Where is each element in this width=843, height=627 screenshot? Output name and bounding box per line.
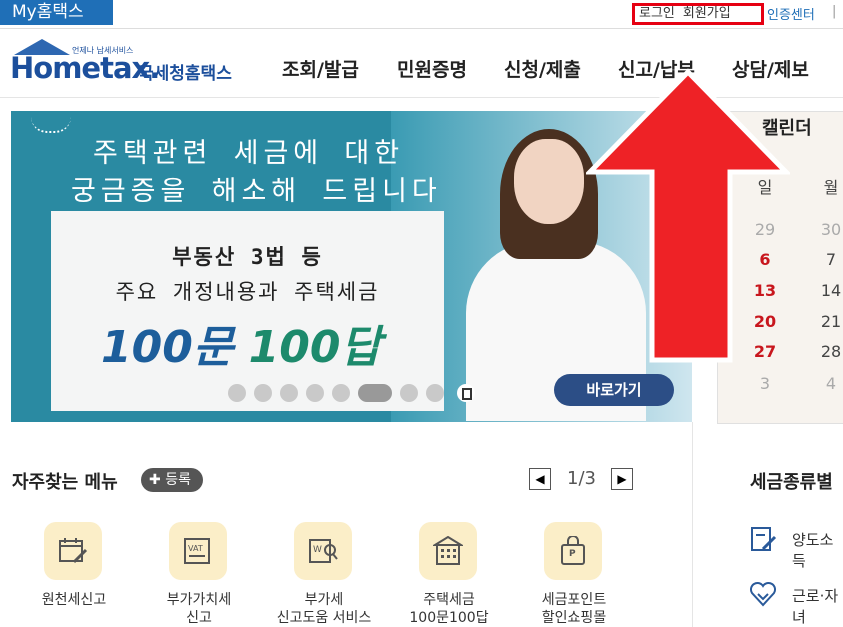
red-arrow-annotation	[586, 68, 790, 363]
menu-item-tax-point[interactable]: 세금포인트할인쇼핑몰	[514, 591, 634, 627]
menu-item-line1: 부가가치세	[166, 592, 232, 608]
calendar-day[interactable]: 14	[816, 281, 843, 300]
calendar-day[interactable]: 4	[816, 374, 843, 393]
plus-icon: ✚	[149, 472, 166, 488]
nav-application[interactable]: 신청/제출	[504, 55, 581, 82]
menu-item-line1: 부가세	[304, 592, 344, 608]
banner-card-big: 100문 100답	[101, 311, 381, 375]
menu-item-line2: 신고	[186, 610, 212, 626]
nav-certificates[interactable]: 민원증명	[397, 55, 467, 82]
logo-wordmark: Hometax.	[10, 51, 160, 85]
shopping-bag-icon[interactable]: P	[544, 522, 602, 580]
calendar-day[interactable]: 30	[816, 220, 843, 239]
chevron-right-icon: ▶	[617, 472, 627, 486]
menu-item-line2: 신고도움 서비스	[276, 610, 372, 626]
banner-card-big-b: 100답	[248, 322, 381, 373]
signup-link[interactable]: 회원가입	[683, 6, 731, 21]
calendar-day[interactable]: 3	[750, 374, 780, 393]
calendar-day[interactable]: 21	[816, 312, 843, 331]
login-signup-highlight: 로그인 회원가입	[632, 3, 764, 25]
menu-item-vat-help[interactable]: 부가세신고도움 서비스	[264, 591, 384, 627]
menu-item-line2: 할인쇼핑몰	[541, 610, 607, 626]
banner-decoration	[31, 117, 71, 133]
nav-inquiry[interactable]: 조회/발급	[282, 55, 359, 82]
banner-card: 부동산 3법 등 주요 개정내용과 주택세금 100문 100답	[51, 211, 444, 411]
banner-dot[interactable]	[228, 384, 246, 402]
banner-dot[interactable]	[254, 384, 272, 402]
login-link[interactable]: 로그인	[639, 6, 675, 21]
go-button[interactable]: 바로가기	[554, 374, 674, 406]
svg-text:P: P	[569, 549, 576, 559]
banner-headline-2: 궁금증을 해소해 드립니다	[71, 176, 442, 207]
top-utility-bar: My홈택스 로그인 회원가입 인증센터 |	[0, 0, 843, 29]
my-hometax-link[interactable]: My홈택스	[0, 0, 113, 25]
svg-text:W: W	[313, 545, 322, 555]
tax-item-transfer[interactable]: 양도소득	[792, 529, 843, 571]
document-search-icon[interactable]: W	[294, 522, 352, 580]
banner-headline-1: 주택관련 세금에 대한	[93, 138, 405, 169]
page-indicator: 1/3	[567, 468, 596, 489]
menu-item-line2: 100문100답	[409, 610, 489, 626]
svg-text:VAT: VAT	[188, 544, 203, 553]
menu-item-line1: 세금포인트	[541, 592, 607, 608]
hometax-logo[interactable]: 언제나 납세서비스 Hometax. 국세청홈택스	[10, 37, 240, 89]
banner-card-line2: 주요 개정내용과 주택세금	[115, 280, 380, 304]
menu-item-line1: 원천세신고	[41, 592, 107, 608]
section-divider	[692, 422, 693, 627]
tax-types-title: 세금종류별	[750, 472, 833, 493]
register-button[interactable]: ✚ 등록	[141, 468, 203, 492]
calendar-day[interactable]: 7	[816, 250, 843, 269]
chevron-left-icon: ◀	[535, 472, 545, 486]
frequent-menu-title: 자주찾는 메뉴	[12, 472, 118, 493]
banner-dot[interactable]	[306, 384, 324, 402]
heart-hand-icon	[749, 581, 777, 607]
banner-dot[interactable]	[332, 384, 350, 402]
menu-item-housing-tax[interactable]: 주택세금 100문100답	[389, 591, 509, 627]
tax-item-earned-income[interactable]: 근로·자녀	[792, 585, 843, 627]
prev-page-button[interactable]: ◀	[529, 468, 551, 490]
next-page-button[interactable]: ▶	[611, 468, 633, 490]
calendar-header-mon: 월	[823, 178, 839, 197]
banner-card-line1: 부동산 3법 등	[172, 245, 323, 269]
building-icon[interactable]	[419, 522, 477, 580]
menu-item-withholding[interactable]: 원천세신고	[14, 591, 134, 609]
logo-korean: 국세청홈택스	[138, 64, 232, 84]
model-face	[514, 139, 584, 224]
menu-item-vat[interactable]: 부가가치세신고	[139, 591, 259, 627]
cert-center-link[interactable]: 인증센터	[767, 4, 815, 23]
calendar-edit-icon[interactable]	[44, 522, 102, 580]
banner-dot[interactable]	[426, 384, 444, 402]
menu-item-line1: 주택세금	[423, 592, 475, 608]
topbar-separator: |	[832, 4, 837, 19]
vat-icon[interactable]: VAT	[169, 522, 227, 580]
document-pen-icon	[751, 527, 777, 551]
banner-dot[interactable]	[358, 384, 392, 402]
banner-dot[interactable]	[280, 384, 298, 402]
pause-icon[interactable]	[457, 384, 475, 402]
calendar-day[interactable]: 28	[816, 342, 843, 361]
banner-dot[interactable]	[400, 384, 418, 402]
register-label: 등록	[165, 472, 191, 488]
banner-card-big-a: 100문	[101, 322, 234, 373]
